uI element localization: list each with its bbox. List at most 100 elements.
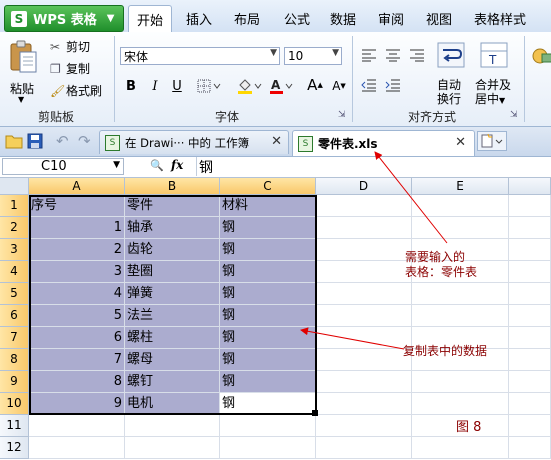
font-name-select[interactable]: 宋体 ▼ <box>120 47 280 65</box>
font-size-select[interactable]: 10 ▼ <box>284 47 342 65</box>
grow-font-button[interactable]: A ▲ <box>306 76 324 94</box>
table-cell[interactable] <box>316 327 412 349</box>
border-button[interactable] <box>196 77 224 95</box>
wps-app-button[interactable]: S WPS 表格 ▼ <box>4 5 124 32</box>
paste-button[interactable]: 粘贴 ▼ <box>6 40 38 104</box>
undo-button[interactable]: ↶ <box>56 132 69 150</box>
table-cell[interactable]: 钢 <box>220 393 316 415</box>
table-cell[interactable] <box>125 437 220 459</box>
table-cell[interactable] <box>29 415 125 437</box>
table-cell[interactable] <box>316 261 412 283</box>
format-painter-button[interactable]: 🖌 格式刷 <box>50 82 102 99</box>
table-cell[interactable]: 齿轮 <box>125 239 220 261</box>
table-cell[interactable] <box>316 283 412 305</box>
table-cell[interactable]: 9 <box>29 393 125 415</box>
table-cell[interactable] <box>316 217 412 239</box>
table-cell[interactable] <box>316 371 412 393</box>
select-all-corner[interactable] <box>0 178 29 195</box>
copy-button[interactable]: ❐ 复制 <box>50 60 90 77</box>
table-cell[interactable] <box>509 327 551 349</box>
row-header-5[interactable]: 5 <box>0 283 29 305</box>
fill-color-button[interactable] <box>236 77 264 95</box>
italic-button[interactable]: I <box>146 77 164 95</box>
tab-formula[interactable]: 公式 <box>284 9 310 28</box>
column-header-c[interactable]: C <box>220 178 316 195</box>
merge-center-button[interactable]: T 合并及 居中▼ <box>474 42 518 106</box>
table-cell[interactable]: 弹簧 <box>125 283 220 305</box>
table-cell[interactable] <box>509 195 551 217</box>
table-cell[interactable] <box>509 305 551 327</box>
table-cell[interactable] <box>509 437 551 459</box>
align-center-button[interactable] <box>385 48 401 65</box>
number-format-button[interactable] <box>530 46 551 106</box>
column-header-b[interactable]: B <box>125 178 220 195</box>
column-header-a[interactable]: A <box>29 178 125 195</box>
close-icon[interactable]: ✕ <box>271 134 282 149</box>
table-cell[interactable]: 钢 <box>220 283 316 305</box>
insert-function-button[interactable]: fx <box>171 158 183 172</box>
align-left-button[interactable] <box>361 48 377 65</box>
table-cell[interactable]: 7 <box>29 349 125 371</box>
table-cell[interactable]: 钢 <box>220 349 316 371</box>
increase-indent-button[interactable] <box>385 78 401 95</box>
open-file-button[interactable] <box>5 133 23 152</box>
table-cell[interactable]: 钢 <box>220 327 316 349</box>
new-tab-button[interactable] <box>477 131 507 151</box>
cut-button[interactable]: ✂ 剪切 <box>50 38 90 55</box>
row-header-2[interactable]: 2 <box>0 217 29 239</box>
redo-button[interactable]: ↷ <box>78 132 91 150</box>
table-cell[interactable]: 4 <box>29 283 125 305</box>
tab-data[interactable]: 数据 <box>330 9 356 28</box>
tab-layout[interactable]: 布局 <box>234 9 260 28</box>
table-cell[interactable] <box>412 283 509 305</box>
table-cell[interactable] <box>412 437 509 459</box>
table-cell[interactable]: 垫圈 <box>125 261 220 283</box>
table-cell[interactable]: 1 <box>29 217 125 239</box>
table-cell[interactable] <box>509 283 551 305</box>
row-header-6[interactable]: 6 <box>0 305 29 327</box>
column-header-d[interactable]: D <box>316 178 412 195</box>
table-cell[interactable]: 轴承 <box>125 217 220 239</box>
tab-table-style[interactable]: 表格样式 <box>474 9 526 28</box>
table-cell[interactable] <box>316 437 412 459</box>
table-cell[interactable]: 3 <box>29 261 125 283</box>
row-header-4[interactable]: 4 <box>0 261 29 283</box>
table-cell[interactable]: 钢 <box>220 371 316 393</box>
table-cell[interactable] <box>412 371 509 393</box>
fill-handle[interactable] <box>312 410 318 416</box>
table-cell[interactable] <box>509 349 551 371</box>
align-right-button[interactable] <box>409 48 425 65</box>
row-header-1[interactable]: 1 <box>0 195 29 217</box>
table-cell[interactable]: 螺钉 <box>125 371 220 393</box>
dialog-launcher-icon[interactable]: ⇲ <box>510 110 518 120</box>
row-header-11[interactable]: 11 <box>0 415 29 437</box>
tab-view[interactable]: 视图 <box>426 9 452 28</box>
table-cell[interactable]: 钢 <box>220 217 316 239</box>
row-header-10[interactable]: 10 <box>0 393 29 415</box>
dialog-launcher-icon[interactable]: ⇲ <box>338 110 346 120</box>
table-cell[interactable] <box>29 437 125 459</box>
row-header-3[interactable]: 3 <box>0 239 29 261</box>
table-cell[interactable] <box>316 195 412 217</box>
decrease-indent-button[interactable] <box>361 78 377 95</box>
table-cell[interactable]: 钢 <box>220 305 316 327</box>
table-cell[interactable] <box>412 217 509 239</box>
bold-button[interactable]: B <box>122 77 140 95</box>
table-cell[interactable] <box>412 393 509 415</box>
table-cell[interactable] <box>220 437 316 459</box>
doc-tab-workbook[interactable]: S 在 Drawi··· 中的 工作簿 ✕ <box>99 130 289 154</box>
column-header-e[interactable]: E <box>412 178 509 195</box>
table-cell[interactable] <box>412 195 509 217</box>
row-header-9[interactable]: 9 <box>0 371 29 393</box>
name-box[interactable]: C10 ▼ <box>2 158 124 175</box>
zoom-function-icon[interactable]: 🔍 <box>150 159 164 172</box>
table-cell[interactable] <box>509 217 551 239</box>
table-cell[interactable]: 电机 <box>125 393 220 415</box>
table-cell[interactable]: 钢 <box>220 239 316 261</box>
table-cell[interactable] <box>220 415 316 437</box>
table-cell[interactable]: 钢 <box>220 261 316 283</box>
table-cell[interactable]: 5 <box>29 305 125 327</box>
table-cell[interactable]: 8 <box>29 371 125 393</box>
table-cell[interactable]: 螺母 <box>125 349 220 371</box>
formula-input[interactable]: 钢 <box>196 157 549 176</box>
